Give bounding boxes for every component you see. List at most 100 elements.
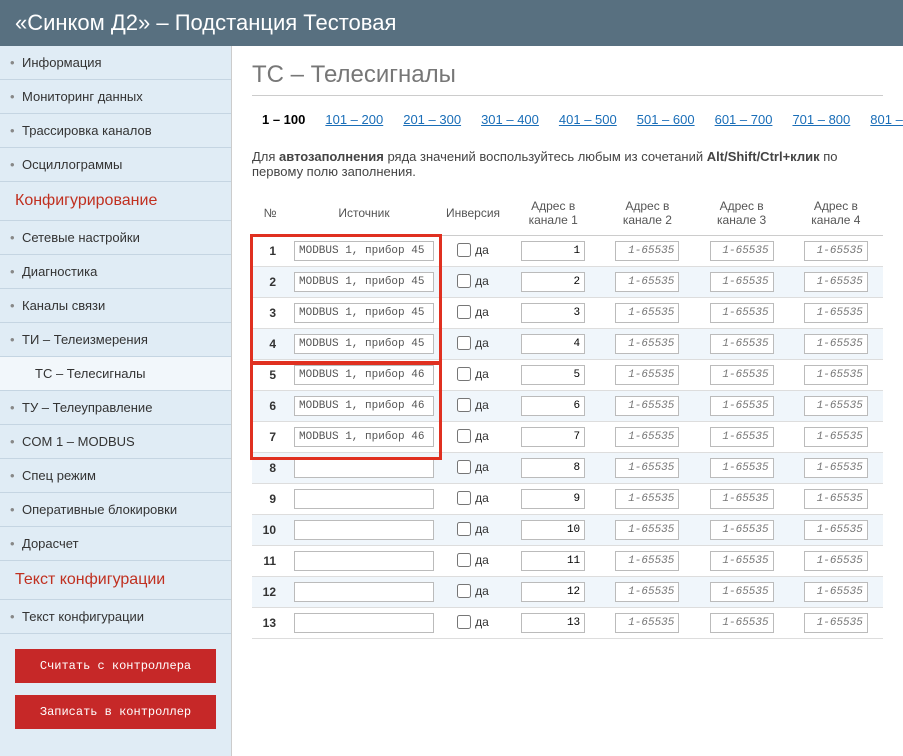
inversion-checkbox[interactable] bbox=[457, 367, 471, 381]
addr1-input[interactable] bbox=[521, 303, 585, 323]
source-input[interactable] bbox=[294, 303, 434, 323]
addr4-input[interactable] bbox=[804, 365, 868, 385]
inversion-checkbox[interactable] bbox=[457, 522, 471, 536]
addr3-input[interactable] bbox=[710, 520, 774, 540]
addr2-input[interactable] bbox=[615, 551, 679, 571]
addr2-input[interactable] bbox=[615, 303, 679, 323]
addr4-input[interactable] bbox=[804, 272, 868, 292]
nav-blocks[interactable]: Оперативные блокировки bbox=[0, 493, 231, 527]
page-link[interactable]: 401 – 500 bbox=[559, 112, 617, 127]
inversion-checkbox[interactable] bbox=[457, 429, 471, 443]
addr2-input[interactable] bbox=[615, 427, 679, 447]
nav-monitoring[interactable]: Мониторинг данных bbox=[0, 80, 231, 114]
source-input[interactable] bbox=[294, 396, 434, 416]
addr2-input[interactable] bbox=[615, 613, 679, 633]
inversion-checkbox[interactable] bbox=[457, 460, 471, 474]
addr4-input[interactable] bbox=[804, 613, 868, 633]
source-input[interactable] bbox=[294, 489, 434, 509]
nav-ti[interactable]: ТИ – Телеизмерения bbox=[0, 323, 231, 357]
source-input[interactable] bbox=[294, 272, 434, 292]
addr3-input[interactable] bbox=[710, 272, 774, 292]
addr2-input[interactable] bbox=[615, 520, 679, 540]
addr2-input[interactable] bbox=[615, 582, 679, 602]
source-input[interactable] bbox=[294, 582, 434, 602]
inversion-checkbox[interactable] bbox=[457, 305, 471, 319]
addr3-input[interactable] bbox=[710, 551, 774, 571]
page-link[interactable]: 801 – 900 bbox=[870, 112, 903, 127]
addr3-input[interactable] bbox=[710, 334, 774, 354]
source-input[interactable] bbox=[294, 334, 434, 354]
addr3-input[interactable] bbox=[710, 303, 774, 323]
inversion-checkbox[interactable] bbox=[457, 615, 471, 629]
page-link[interactable]: 701 – 800 bbox=[792, 112, 850, 127]
addr3-input[interactable] bbox=[710, 365, 774, 385]
addr4-input[interactable] bbox=[804, 303, 868, 323]
inversion-checkbox[interactable] bbox=[457, 398, 471, 412]
addr4-input[interactable] bbox=[804, 334, 868, 354]
addr4-input[interactable] bbox=[804, 582, 868, 602]
source-input[interactable] bbox=[294, 365, 434, 385]
addr3-input[interactable] bbox=[710, 396, 774, 416]
addr2-input[interactable] bbox=[615, 272, 679, 292]
addr1-input[interactable] bbox=[521, 272, 585, 292]
source-input[interactable] bbox=[294, 427, 434, 447]
source-input[interactable] bbox=[294, 241, 434, 261]
inversion-checkbox[interactable] bbox=[457, 584, 471, 598]
source-input[interactable] bbox=[294, 520, 434, 540]
nav-textcfg[interactable]: Текст конфигурации bbox=[0, 600, 231, 634]
addr1-input[interactable] bbox=[521, 582, 585, 602]
addr3-input[interactable] bbox=[710, 241, 774, 261]
addr1-input[interactable] bbox=[521, 613, 585, 633]
nav-channels[interactable]: Каналы связи bbox=[0, 289, 231, 323]
page-link[interactable]: 101 – 200 bbox=[325, 112, 383, 127]
nav-ts[interactable]: ТС – Телесигналы bbox=[0, 357, 231, 391]
nav-tu[interactable]: ТУ – Телеуправление bbox=[0, 391, 231, 425]
addr1-input[interactable] bbox=[521, 489, 585, 509]
nav-com1[interactable]: COM 1 – MODBUS bbox=[0, 425, 231, 459]
inversion-checkbox[interactable] bbox=[457, 243, 471, 257]
addr1-input[interactable] bbox=[521, 365, 585, 385]
addr1-input[interactable] bbox=[521, 458, 585, 478]
inversion-checkbox[interactable] bbox=[457, 274, 471, 288]
addr4-input[interactable] bbox=[804, 241, 868, 261]
addr2-input[interactable] bbox=[615, 365, 679, 385]
nav-calc[interactable]: Дорасчет bbox=[0, 527, 231, 561]
nav-osc[interactable]: Осциллограммы bbox=[0, 148, 231, 182]
addr4-input[interactable] bbox=[804, 427, 868, 447]
addr2-input[interactable] bbox=[615, 396, 679, 416]
addr2-input[interactable] bbox=[615, 241, 679, 261]
addr3-input[interactable] bbox=[710, 613, 774, 633]
addr1-input[interactable] bbox=[521, 520, 585, 540]
nav-info[interactable]: Информация bbox=[0, 46, 231, 80]
addr4-input[interactable] bbox=[804, 489, 868, 509]
addr2-input[interactable] bbox=[615, 489, 679, 509]
source-input[interactable] bbox=[294, 613, 434, 633]
addr2-input[interactable] bbox=[615, 334, 679, 354]
page-link[interactable]: 301 – 400 bbox=[481, 112, 539, 127]
write-controller-button[interactable]: Записать в контроллер bbox=[15, 695, 216, 729]
addr3-input[interactable] bbox=[710, 582, 774, 602]
addr4-input[interactable] bbox=[804, 458, 868, 478]
nav-spec[interactable]: Спец режим bbox=[0, 459, 231, 493]
inversion-checkbox[interactable] bbox=[457, 336, 471, 350]
addr4-input[interactable] bbox=[804, 396, 868, 416]
addr3-input[interactable] bbox=[710, 458, 774, 478]
page-link[interactable]: 201 – 300 bbox=[403, 112, 461, 127]
addr4-input[interactable] bbox=[804, 551, 868, 571]
addr1-input[interactable] bbox=[521, 241, 585, 261]
addr3-input[interactable] bbox=[710, 427, 774, 447]
nav-trace[interactable]: Трассировка каналов bbox=[0, 114, 231, 148]
nav-net[interactable]: Сетевые настройки bbox=[0, 221, 231, 255]
addr4-input[interactable] bbox=[804, 520, 868, 540]
source-input[interactable] bbox=[294, 458, 434, 478]
addr1-input[interactable] bbox=[521, 551, 585, 571]
addr1-input[interactable] bbox=[521, 396, 585, 416]
inversion-checkbox[interactable] bbox=[457, 491, 471, 505]
source-input[interactable] bbox=[294, 551, 434, 571]
addr1-input[interactable] bbox=[521, 427, 585, 447]
page-link[interactable]: 501 – 600 bbox=[637, 112, 695, 127]
nav-diag[interactable]: Диагностика bbox=[0, 255, 231, 289]
page-link[interactable]: 601 – 700 bbox=[715, 112, 773, 127]
addr1-input[interactable] bbox=[521, 334, 585, 354]
addr3-input[interactable] bbox=[710, 489, 774, 509]
